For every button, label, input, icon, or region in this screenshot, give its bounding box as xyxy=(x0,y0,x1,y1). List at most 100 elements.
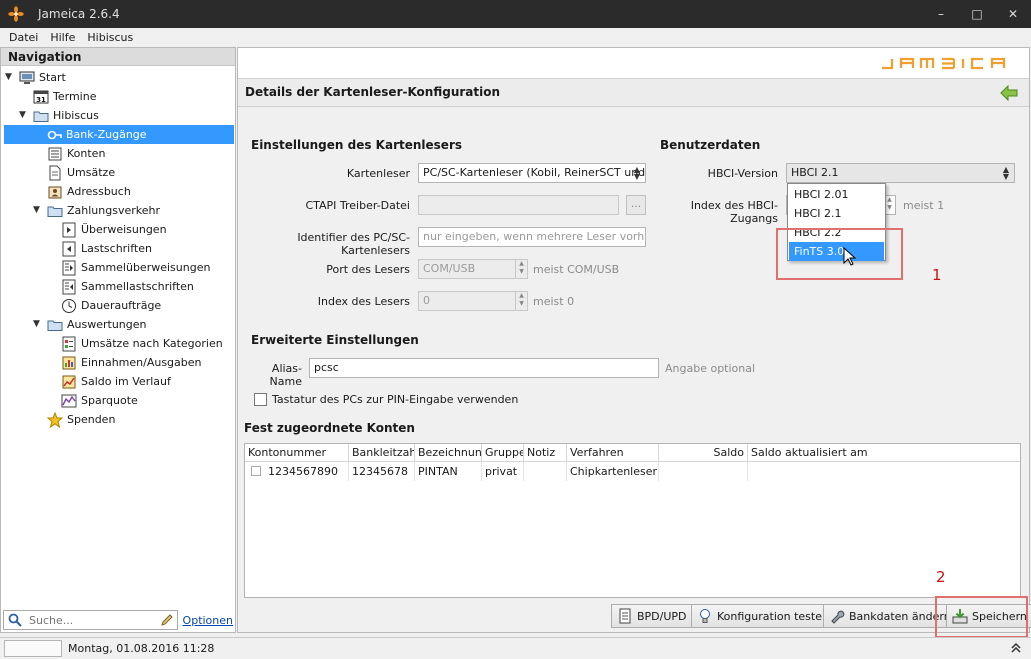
menu-hibiscus[interactable]: Hibiscus xyxy=(81,31,139,44)
bpd-upd-button[interactable]: BPD/UPD xyxy=(611,604,693,628)
hbci-version-select[interactable]: HBCI 2.1 ▲ ▼ xyxy=(786,163,1015,183)
nav-item-termine[interactable]: 31 Termine xyxy=(33,87,96,106)
table-header: Kontonummer Bankleitzahl Bezeichnung Gru… xyxy=(245,444,1020,462)
column-header-verfahren[interactable]: Verfahren xyxy=(567,444,659,462)
nav-item-label: Sparquote xyxy=(81,394,138,407)
expand-toggle-icon[interactable]: ▼ xyxy=(33,205,43,215)
identifier-input[interactable]: nur eingeben, wenn mehrere Leser vorhand… xyxy=(418,227,646,247)
nav-item-label: Sammellastschriften xyxy=(81,280,194,293)
column-header-gruppe[interactable]: Gruppe xyxy=(482,444,524,462)
nav-item-lastschriften[interactable]: Lastschriften xyxy=(61,239,152,258)
expand-toggle-icon[interactable]: ▼ xyxy=(33,319,43,329)
star-icon xyxy=(47,411,63,428)
alias-input[interactable]: pcsc xyxy=(309,358,659,378)
jameica-logo xyxy=(879,56,1019,75)
nav-item-ueberweisungen[interactable]: Überweisungen xyxy=(61,220,167,239)
menu-hilfe[interactable]: Hilfe xyxy=(44,31,81,44)
folder-icon xyxy=(47,203,63,219)
port-hint: meist COM/USB xyxy=(533,263,620,276)
nav-item-adressbuch[interactable]: Adressbuch xyxy=(47,182,131,201)
savings-chart-icon xyxy=(61,393,77,409)
status-progress-slot xyxy=(4,640,62,657)
cell-notiz xyxy=(524,462,567,481)
minimize-button[interactable]: – xyxy=(923,0,959,28)
annotation-label-2: 2 xyxy=(936,568,946,586)
spin-arrows-icon[interactable]: ▲ ▼ xyxy=(632,166,642,181)
keyboard-pin-checkbox[interactable] xyxy=(254,393,267,406)
column-header-bezeichnung[interactable]: Bezeichnung xyxy=(415,444,482,462)
nav-item-saldo-verlauf[interactable]: Saldo im Verlauf xyxy=(61,372,171,391)
nav-item-label: Hibiscus xyxy=(53,109,99,122)
nav-item-label: Start xyxy=(39,71,66,84)
spin-arrows-icon[interactable]: ▲ ▼ xyxy=(515,260,527,278)
search-input[interactable] xyxy=(27,612,157,628)
ctapi-field[interactable] xyxy=(418,195,619,215)
expand-toggle-icon[interactable]: ▼ xyxy=(5,72,15,82)
document-icon xyxy=(617,608,633,624)
pen-icon[interactable] xyxy=(160,613,174,627)
column-header-kontonummer[interactable]: Kontonummer xyxy=(245,444,349,462)
spin-arrows-icon[interactable]: ▲ ▼ xyxy=(515,292,527,310)
section-title-extended: Erweiterte Einstellungen xyxy=(251,333,419,347)
nav-item-start[interactable]: Start xyxy=(19,68,66,87)
annotation-box-1 xyxy=(776,228,903,280)
nav-item-umsaetze[interactable]: Umsätze xyxy=(47,163,115,182)
nav-item-konten[interactable]: Konten xyxy=(47,144,105,163)
nav-item-spenden[interactable]: Spenden xyxy=(47,410,115,429)
kartenleser-value: PC/SC-Kartenleser (Kobil, ReinerSCT und … xyxy=(423,166,646,179)
section-title-user: Benutzerdaten xyxy=(660,138,761,152)
keyboard-pin-label: Tastatur des PCs zur PIN-Eingabe verwend… xyxy=(272,393,519,406)
search-box[interactable] xyxy=(3,610,178,630)
expand-up-icon[interactable] xyxy=(1009,641,1023,655)
folder-icon xyxy=(47,317,63,333)
back-arrow-icon[interactable] xyxy=(999,83,1019,103)
column-header-saldo-aktualisiert[interactable]: Saldo aktualisiert am xyxy=(748,444,1022,462)
nav-item-auswertungen[interactable]: Auswertungen xyxy=(47,315,147,334)
nav-item-dauerauftraege[interactable]: Daueraufträge xyxy=(61,296,161,315)
nav-item-bank-zugaenge[interactable]: Bank-Zugänge xyxy=(4,125,234,144)
nav-item-einnahmen-ausgaben[interactable]: Einnahmen/Ausgaben xyxy=(61,353,202,372)
row-checkbox[interactable] xyxy=(251,466,261,476)
nav-item-zahlungsverkehr[interactable]: Zahlungsverkehr xyxy=(47,201,160,220)
options-link[interactable]: Optionen xyxy=(183,614,233,627)
index-spinbox[interactable]: 0 ▲ ▼ xyxy=(418,291,528,311)
bank-access-icon xyxy=(46,127,62,143)
menu-datei[interactable]: Datei xyxy=(3,31,44,44)
dropdown-option-hbci-201[interactable]: HBCI 2.01 xyxy=(789,185,884,204)
menu-bar: Datei Hilfe Hibiscus xyxy=(0,28,1031,46)
test-config-button[interactable]: Konfiguration testen xyxy=(691,604,835,628)
hbci-index-hint: meist 1 xyxy=(903,199,945,212)
accounts-table: Kontonummer Bankleitzahl Bezeichnung Gru… xyxy=(244,443,1021,598)
kartenleser-select[interactable]: PC/SC-Kartenleser (Kobil, ReinerSCT und … xyxy=(418,163,646,183)
index-value: 0 xyxy=(423,294,430,307)
browse-button[interactable]: ... xyxy=(626,195,646,215)
nav-item-label: Daueraufträge xyxy=(81,299,162,312)
nav-item-label: Sammelüberweisungen xyxy=(81,261,211,274)
nav-item-sparquote[interactable]: Sparquote xyxy=(61,391,138,410)
test-config-label: Konfiguration testen xyxy=(717,609,829,623)
column-header-saldo[interactable]: Saldo xyxy=(659,444,748,462)
column-header-bankleitzahl[interactable]: Bankleitzahl xyxy=(349,444,415,462)
transfer-icon xyxy=(61,222,77,238)
table-row[interactable]: 1234567890 12345678 PINTAN privat Chipka… xyxy=(245,462,1020,481)
index-label: Index des Lesers xyxy=(317,295,410,308)
section-title-reader: Einstellungen des Kartenlesers xyxy=(251,138,463,152)
spin-arrows-icon[interactable]: ▲ ▼ xyxy=(1001,166,1011,181)
port-spinbox[interactable]: COM/USB ▲ ▼ xyxy=(418,259,528,279)
expand-toggle-icon[interactable]: ▼ xyxy=(19,110,29,120)
dropdown-option-hbci-21[interactable]: HBCI 2.1 xyxy=(789,204,884,223)
alias-label: Alias-Name xyxy=(269,362,302,388)
nav-item-sammelueberweisungen[interactable]: Sammelüberweisungen xyxy=(61,258,210,277)
addressbook-icon xyxy=(47,184,63,200)
ctapi-label: CTAPI Treiber-Datei xyxy=(305,199,410,212)
nav-item-label: Bank-Zugänge xyxy=(66,128,147,141)
wrench-icon xyxy=(829,608,845,624)
column-header-notiz[interactable]: Notiz xyxy=(524,444,567,462)
close-button[interactable]: ✕ xyxy=(995,0,1031,28)
nav-item-umsaetze-kategorien[interactable]: Umsätze nach Kategorien xyxy=(61,334,223,353)
maximize-button[interactable]: □ xyxy=(959,0,995,28)
nav-item-sammellastschriften[interactable]: Sammellastschriften xyxy=(61,277,194,296)
title-bar: Jameica 2.6.4 – □ ✕ xyxy=(0,0,1031,28)
cell-bezeichnung: PINTAN xyxy=(415,462,482,481)
nav-item-hibiscus[interactable]: Hibiscus xyxy=(33,106,99,125)
